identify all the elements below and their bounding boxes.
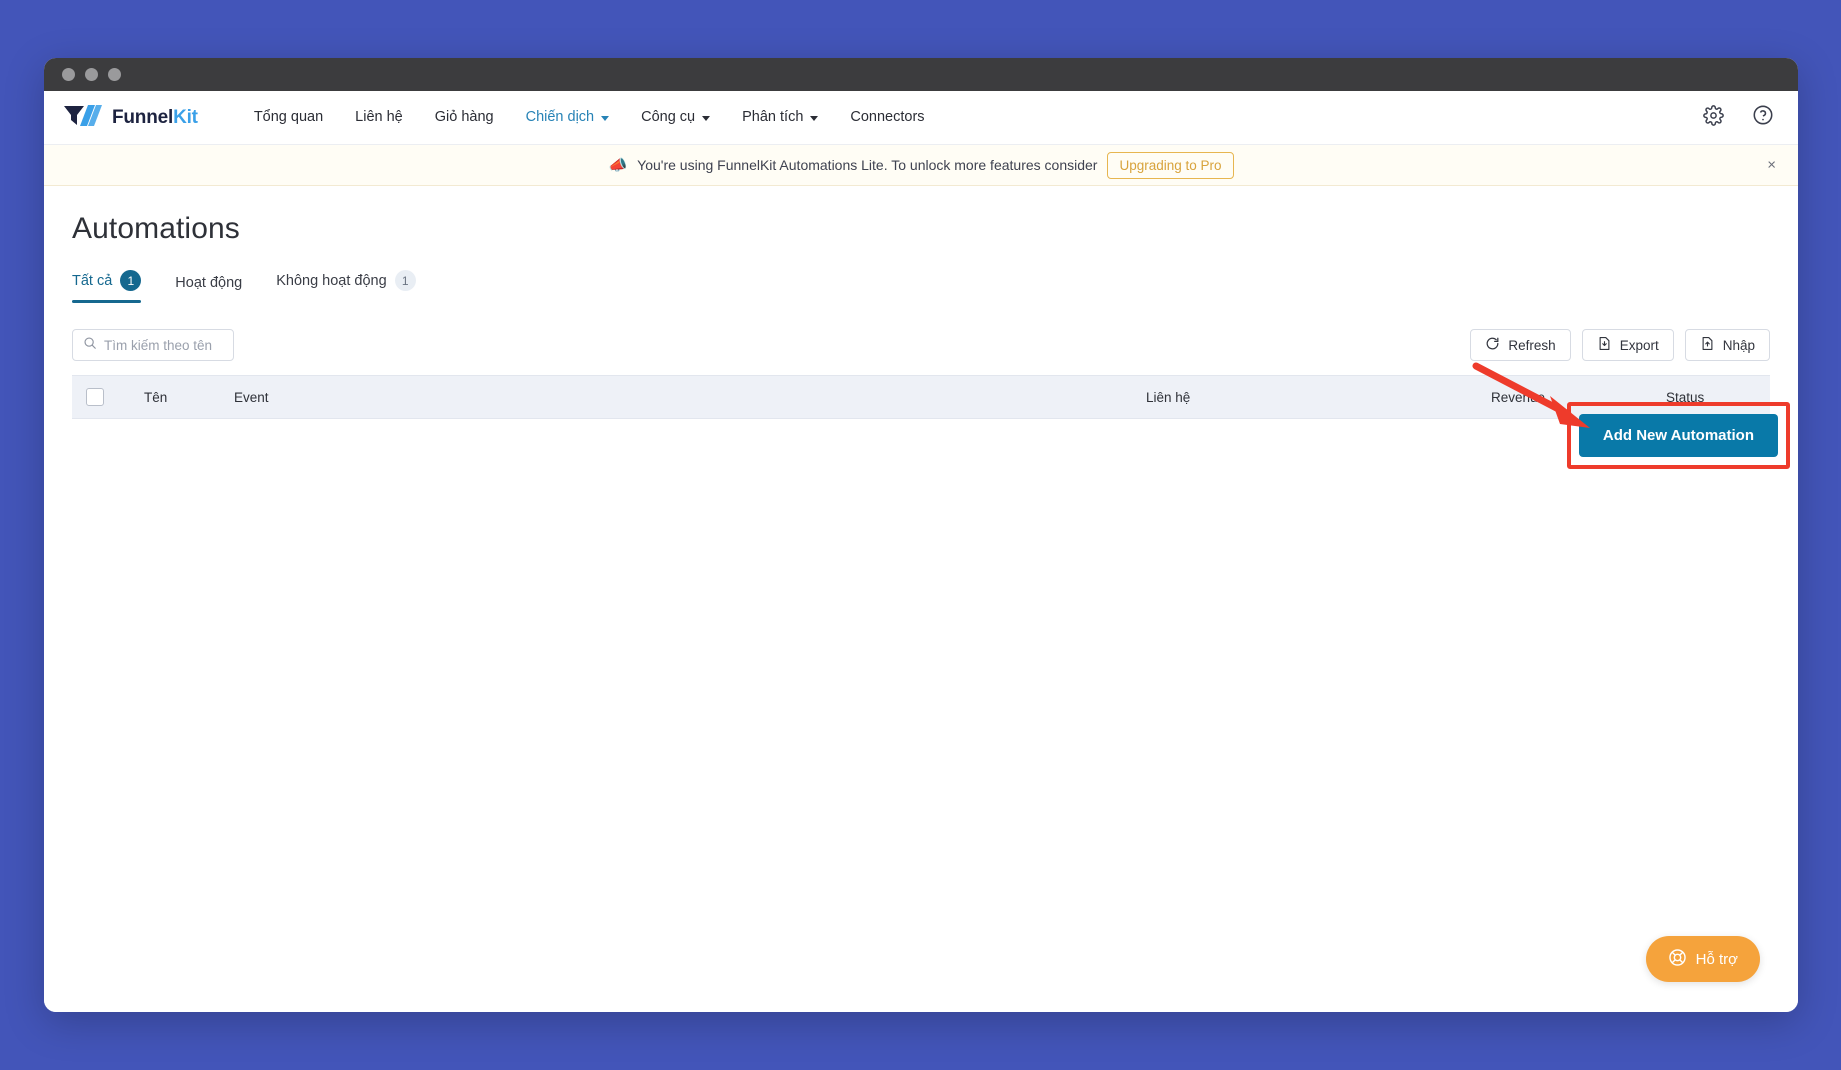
notice-text: You're using FunnelKit Automations Lite.… bbox=[637, 157, 1098, 173]
window-close-button[interactable] bbox=[62, 68, 75, 81]
refresh-label: Refresh bbox=[1508, 337, 1556, 353]
add-new-automation-button[interactable]: Add New Automation bbox=[1578, 414, 1778, 457]
nav-item-lien-he[interactable]: Liên hệ bbox=[339, 110, 419, 125]
nav-item-label: Connectors bbox=[850, 109, 925, 126]
notice-content: 📣 You're using FunnelKit Automations Lit… bbox=[608, 151, 1234, 179]
window-maximize-button[interactable] bbox=[108, 68, 121, 81]
add-new-automation-wrapper: Add New Automation bbox=[1472, 362, 1790, 469]
search-icon bbox=[83, 336, 97, 355]
brand-name-part1: Funnel bbox=[112, 106, 174, 128]
column-header-event[interactable]: Event bbox=[234, 390, 1146, 405]
chevron-down-icon bbox=[702, 116, 711, 121]
nav-item-gio-hang[interactable]: Giỏ hàng bbox=[419, 110, 510, 125]
export-file-icon bbox=[1597, 336, 1612, 354]
tab-count-badge: 1 bbox=[120, 270, 142, 291]
page-title: Automations bbox=[72, 212, 240, 245]
nav-item-tong-quan[interactable]: Tổng quan bbox=[238, 110, 339, 125]
gear-icon bbox=[1702, 104, 1724, 131]
tab-khong-hoat-dong[interactable]: Không hoạt động 1 bbox=[276, 270, 416, 303]
import-label: Nhập bbox=[1722, 337, 1755, 353]
app-window: FunnelKit Tổng quan Liên hệ Giỏ hàng Chi… bbox=[44, 58, 1798, 1012]
chevron-down-icon bbox=[601, 116, 610, 121]
nav-item-label: Liên hệ bbox=[355, 109, 403, 126]
nav-item-phan-tich[interactable]: Phân tích bbox=[726, 110, 834, 125]
automations-table: Tên Event Liên hệ Revenue Status bbox=[58, 375, 1784, 889]
table-header-row: Tên Event Liên hệ Revenue Status bbox=[72, 375, 1770, 419]
import-file-icon bbox=[1700, 336, 1715, 354]
table-body bbox=[58, 419, 1784, 889]
nav-item-label: Giỏ hàng bbox=[434, 109, 494, 126]
column-header-revenue[interactable]: Revenue bbox=[1491, 390, 1666, 405]
column-header-name[interactable]: Tên bbox=[144, 390, 234, 405]
help-circle-icon bbox=[1752, 104, 1774, 131]
search-input[interactable] bbox=[104, 337, 223, 353]
nav-item-cong-cu[interactable]: Công cụ bbox=[625, 110, 726, 125]
select-all-checkbox[interactable] bbox=[86, 388, 104, 406]
export-button[interactable]: Export bbox=[1581, 329, 1674, 361]
megaphone-icon: 📣 bbox=[608, 156, 628, 174]
lite-version-notice: 📣 You're using FunnelKit Automations Lit… bbox=[44, 145, 1798, 186]
chevron-down-icon bbox=[810, 116, 819, 121]
nav-item-label: Công cụ bbox=[641, 109, 696, 126]
support-label: Hỗ trợ bbox=[1695, 950, 1738, 968]
export-label: Export bbox=[1619, 337, 1659, 353]
import-button[interactable]: Nhập bbox=[1684, 329, 1770, 361]
settings-button[interactable] bbox=[1700, 104, 1726, 131]
tab-label: Không hoạt động bbox=[276, 272, 387, 289]
nav-item-label: Phân tích bbox=[742, 109, 804, 126]
nav-items: Tổng quan Liên hệ Giỏ hàng Chiến dịch Cô… bbox=[238, 110, 941, 125]
refresh-icon bbox=[1485, 336, 1500, 354]
automations-page: Automations Tất cả 1 Hoạt động Không hoạ… bbox=[44, 186, 1798, 1012]
window-minimize-button[interactable] bbox=[85, 68, 98, 81]
nav-item-connectors[interactable]: Connectors bbox=[834, 110, 940, 125]
tab-count-badge: 1 bbox=[394, 270, 416, 291]
brand-name-part2: Kit bbox=[173, 106, 198, 128]
brand-logo-text: FunnelKit bbox=[112, 107, 198, 129]
top-navigation-bar: FunnelKit Tổng quan Liên hệ Giỏ hàng Chi… bbox=[44, 91, 1798, 145]
brand-logo[interactable]: FunnelKit bbox=[62, 103, 198, 133]
close-icon[interactable]: × bbox=[1767, 158, 1776, 173]
nav-item-chien-dich[interactable]: Chiến dịch bbox=[510, 110, 626, 125]
page-header: Automations bbox=[58, 186, 1784, 246]
tab-label: Hoạt động bbox=[175, 275, 243, 291]
nav-item-label: Tổng quan bbox=[253, 109, 324, 126]
help-button[interactable] bbox=[1750, 105, 1776, 131]
status-filter-tabs: Tất cả 1 Hoạt động Không hoạt động 1 bbox=[58, 270, 1784, 303]
toolbar-actions: Refresh Export Nhập bbox=[1470, 329, 1770, 361]
topnav-actions bbox=[1700, 104, 1776, 131]
list-toolbar: Refresh Export bbox=[58, 329, 1784, 361]
search-box[interactable] bbox=[72, 329, 234, 361]
lifebuoy-icon bbox=[1668, 948, 1687, 971]
column-header-status[interactable]: Status bbox=[1666, 390, 1756, 405]
tab-label: Tất cả bbox=[72, 272, 113, 289]
tab-hoat-dong[interactable]: Hoạt động bbox=[175, 275, 242, 303]
upgrade-to-pro-button[interactable]: Upgrading to Pro bbox=[1107, 151, 1234, 179]
funnelkit-logo-icon bbox=[62, 103, 106, 133]
select-all-cell bbox=[86, 388, 144, 406]
refresh-button[interactable]: Refresh bbox=[1470, 329, 1571, 361]
window-titlebar bbox=[44, 58, 1798, 91]
tab-tat-ca[interactable]: Tất cả 1 bbox=[72, 270, 142, 303]
nav-item-label: Chiến dịch bbox=[525, 109, 595, 126]
column-header-contact[interactable]: Liên hệ bbox=[1146, 390, 1491, 405]
support-button[interactable]: Hỗ trợ bbox=[1645, 936, 1760, 982]
